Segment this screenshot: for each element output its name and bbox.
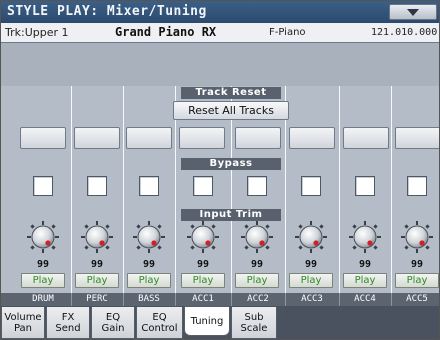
reset-all-tracks-button[interactable]: Reset All Tracks: [173, 101, 289, 120]
channel-pad-acc5[interactable]: [395, 127, 439, 149]
bypass-checkbox-perc[interactable]: [87, 176, 107, 196]
channel-pad-acc4[interactable]: [343, 127, 389, 149]
play-button-bass[interactable]: Play: [127, 273, 171, 288]
tab-sub-scale[interactable]: Sub Scale: [231, 307, 277, 339]
tab-label-line1: Tuning: [190, 315, 224, 327]
title-bar: STYLE PLAY: Mixer/Tuning: [1, 1, 439, 23]
tab-volume-pan[interactable]: Volume Pan: [1, 307, 45, 339]
input-trim-value: 99: [90, 259, 104, 270]
tab-label-line1: Sub: [244, 311, 264, 323]
play-button-perc[interactable]: Play: [75, 273, 119, 288]
tab-label-line2: Send: [55, 322, 81, 334]
tab-label-line2: Scale: [240, 322, 268, 334]
channel-pad-acc1[interactable]: [179, 127, 225, 149]
page-title: STYLE PLAY: Mixer/Tuning: [7, 4, 207, 19]
knob-icon[interactable]: [401, 221, 433, 253]
channel-pad-bass[interactable]: [126, 127, 172, 149]
knob-icon[interactable]: [241, 221, 273, 253]
column-divider: [391, 86, 392, 294]
triangle-down-icon: [407, 9, 419, 16]
play-button-acc2[interactable]: Play: [235, 273, 279, 288]
tab-fx-send[interactable]: FX Send: [46, 307, 90, 339]
tab-eq-gain[interactable]: EQ Gain: [91, 307, 135, 339]
knob-icon[interactable]: [133, 221, 165, 253]
tab-label-line2: Control: [141, 322, 178, 334]
bypass-checkbox-acc5[interactable]: [407, 176, 427, 196]
sound-name[interactable]: Grand Piano RX: [115, 25, 216, 39]
tab-label-line1: FX: [61, 311, 75, 323]
channel-name-acc2: ACC2: [247, 294, 269, 304]
channel-name-acc5: ACC5: [406, 294, 428, 304]
channel-pad-acc2[interactable]: [235, 127, 281, 149]
mixer-tuning-screen: STYLE PLAY: Mixer/Tuning Trk:Upper 1 Gra…: [0, 0, 440, 340]
input-trim-label: Input Trim: [181, 209, 281, 221]
sound-category: F-Piano: [269, 27, 306, 38]
input-trim-value: 99: [250, 259, 264, 270]
track-name: Trk:Upper 1: [5, 26, 69, 39]
mixer-top-band: [1, 44, 439, 86]
sound-bank-number: 121.010.000: [371, 27, 438, 38]
input-trim-value: 99: [36, 259, 50, 270]
input-trim-value: 99: [410, 259, 424, 270]
tab-label-line1: EQ: [152, 311, 167, 323]
tab-tuning[interactable]: Tuning: [184, 306, 230, 336]
bypass-checkbox-drum[interactable]: [33, 176, 53, 196]
bypass-checkbox-acc3[interactable]: [301, 176, 321, 196]
channel-name-acc3: ACC3: [301, 294, 323, 304]
tab-label-line1: Volume: [4, 311, 42, 323]
input-trim-value: 99: [304, 259, 318, 270]
input-trim-value: 99: [196, 259, 210, 270]
tab-label-line2: Gain: [101, 322, 125, 334]
tab-label-line1: EQ: [105, 311, 121, 323]
bypass-checkbox-acc2[interactable]: [247, 176, 267, 196]
channel-name-divider: [231, 293, 232, 306]
channel-name-divider: [285, 293, 286, 306]
knob-icon[interactable]: [349, 221, 381, 253]
channel-name-acc1: ACC1: [192, 294, 214, 304]
bypass-checkbox-acc1[interactable]: [193, 176, 213, 196]
track-reset-label: Track Reset: [181, 87, 281, 99]
play-button-drum[interactable]: Play: [21, 273, 65, 288]
input-trim-value: 99: [358, 259, 372, 270]
bypass-checkbox-bass[interactable]: [139, 176, 159, 196]
knob-icon[interactable]: [81, 221, 113, 253]
tab-eq-control[interactable]: EQ Control: [136, 307, 183, 339]
channel-name-perc: PERC: [86, 294, 108, 304]
channel-pad-drum[interactable]: [20, 127, 66, 149]
page-menu-button[interactable]: [389, 4, 437, 20]
track-info-bar: Trk:Upper 1 Grand Piano RX F-Piano 121.0…: [1, 23, 439, 43]
channel-name-divider: [175, 293, 176, 306]
column-divider: [339, 86, 340, 294]
play-button-acc4[interactable]: Play: [343, 273, 387, 288]
channel-pad-acc3[interactable]: [289, 127, 335, 149]
column-divider: [123, 86, 124, 294]
bypass-checkbox-acc4[interactable]: [355, 176, 375, 196]
knob-icon[interactable]: [187, 221, 219, 253]
knob-icon[interactable]: [295, 221, 327, 253]
play-button-acc1[interactable]: Play: [181, 273, 225, 288]
knob-icon[interactable]: [27, 221, 59, 253]
play-button-acc5[interactable]: Play: [395, 273, 439, 288]
column-divider: [71, 86, 72, 294]
bypass-label: Bypass: [181, 158, 281, 170]
input-trim-value: 99: [142, 259, 156, 270]
play-button-acc3[interactable]: Play: [289, 273, 333, 288]
channel-name-drum: DRUM: [32, 294, 54, 304]
channel-pad-perc[interactable]: [74, 127, 120, 149]
channel-name-bass: BASS: [138, 294, 160, 304]
channel-name-acc4: ACC4: [354, 294, 376, 304]
tab-label-line2: Pan: [13, 322, 33, 334]
